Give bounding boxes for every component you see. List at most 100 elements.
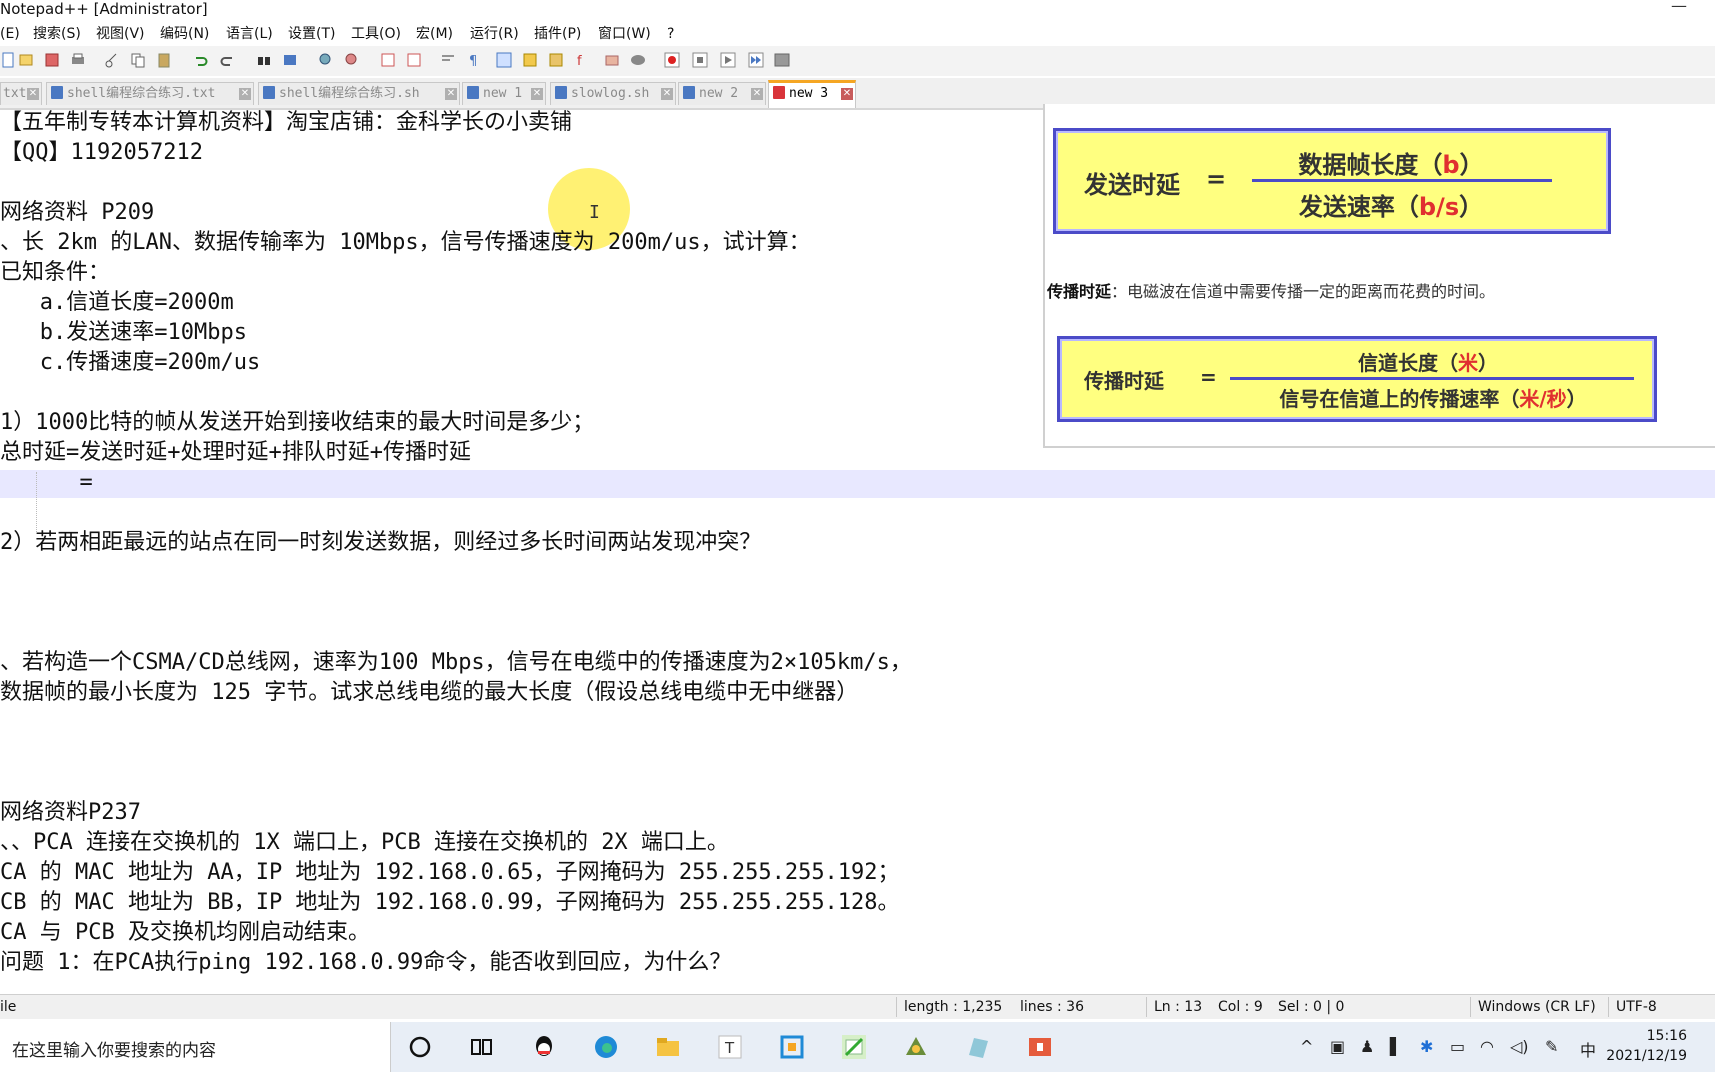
editor-line[interactable]: CB 的 MAC 地址为 BB，IP 地址为 192.168.0.99，子网掩码… (0, 890, 900, 918)
menu-window[interactable]: 窗口(W) (598, 25, 651, 43)
editor-line[interactable]: CA 与 PCB 及交换机均刚启动结束。 (0, 920, 370, 948)
qq-icon[interactable] (530, 1033, 558, 1061)
tab-slowlog[interactable]: slowlog.sh ✕ (550, 82, 676, 105)
minimize-button[interactable]: — (1671, 0, 1687, 15)
new-file-icon[interactable] (0, 52, 16, 68)
editor-line[interactable]: b.发送速率=10Mbps (0, 320, 247, 348)
menu-macro[interactable]: 宏(M) (416, 25, 453, 43)
task-view-icon[interactable] (468, 1033, 496, 1061)
editor-line[interactable]: 、若构造一个CSMA/CD总线网，速率为100 Mbps，信号在电缆中的传播速度… (0, 650, 912, 678)
tab-new-3[interactable]: new 3 ✕ (768, 80, 856, 108)
word-wrap-icon[interactable] (440, 52, 456, 68)
sync-vertical-icon[interactable] (380, 52, 396, 68)
indent-guide-icon[interactable] (496, 52, 512, 68)
editor-line[interactable]: a.信道长度=2000m (0, 290, 234, 318)
editor-line[interactable]: 【五年制专转本计算机资料】淘宝店铺：金科学长の小卖铺 (0, 110, 572, 138)
find-icon[interactable] (256, 52, 272, 68)
zoom-in-icon[interactable] (318, 52, 334, 68)
editor-line[interactable]: 2）若两相距最远的站点在同一时刻发送数据，则经过多长时间两站发现冲突？ (0, 530, 761, 558)
edge-icon[interactable] (592, 1033, 620, 1061)
status-encoding[interactable]: UTF-8 (1616, 999, 1657, 1015)
close-icon[interactable]: ✕ (531, 88, 543, 100)
notes-icon[interactable] (964, 1033, 992, 1061)
editor-line[interactable]: 、长 2km 的LAN、数据传输率为 10Mbps，信号传播速度为 200m/u… (0, 230, 811, 258)
cut-icon[interactable] (104, 52, 120, 68)
taskbar-clock[interactable]: 15:16 2021/12/19 (1606, 1026, 1687, 1066)
monitoring-icon[interactable] (630, 52, 646, 68)
record-macro-icon[interactable] (664, 52, 680, 68)
replace-icon[interactable] (282, 52, 298, 68)
paste-icon[interactable] (156, 52, 172, 68)
tab-shell-sh[interactable]: shell编程综合练习.sh ✕ (258, 82, 460, 105)
menu-encoding[interactable]: 编码(N) (160, 25, 209, 43)
close-icon[interactable]: ✕ (751, 88, 763, 100)
tab-shell-txt[interactable]: shell编程综合练习.txt ✕ (46, 82, 254, 105)
tab-new-1[interactable]: new 1 ✕ (462, 82, 546, 105)
editor-line[interactable]: 【QQ】1192057212 (0, 140, 203, 168)
show-all-chars-icon[interactable]: ¶ (466, 52, 482, 68)
copy-icon[interactable] (130, 52, 146, 68)
close-icon[interactable]: ✕ (27, 88, 39, 100)
undo-icon[interactable] (192, 52, 208, 68)
tray-security-icon[interactable]: ▣ (1330, 1037, 1345, 1056)
editor-line[interactable]: 网络资料P237 (0, 800, 141, 828)
editor-line[interactable]: 网络资料 P209 (0, 200, 154, 228)
tray-bookmark-icon[interactable]: ▌ (1390, 1037, 1402, 1056)
close-icon[interactable]: ✕ (239, 88, 251, 100)
print-icon[interactable] (70, 52, 86, 68)
editor-line[interactable]: c.传播速度=200m/us (0, 350, 260, 378)
tray-chevron-up-icon[interactable]: ^ (1300, 1037, 1313, 1056)
typora-icon[interactable]: T (716, 1033, 744, 1061)
taskbar-search-box[interactable]: 在这里输入你要搜索的内容 (0, 1022, 391, 1072)
bluetooth-icon[interactable]: ✱ (1420, 1037, 1433, 1056)
menu-language[interactable]: 语言(L) (226, 25, 273, 43)
menu-run[interactable]: 运行(R) (470, 25, 519, 43)
file-explorer-icon[interactable] (654, 1033, 682, 1061)
open-file-icon[interactable] (18, 52, 34, 68)
editor-line[interactable]: 数据帧的最小长度为 125 字节。试求总线电缆的最大长度（假设总线电缆中无中继器… (0, 680, 858, 708)
pen-icon[interactable]: ✎ (1545, 1037, 1558, 1056)
editor-line[interactable]: 、、PCA 连接在交换机的 1X 端口上，PCB 连接在交换机的 2X 端口上。 (0, 830, 729, 858)
editor-line[interactable]: 总时延=发送时延+处理时延+排队时延+传播时延 (0, 440, 471, 468)
volume-icon[interactable]: ◁) (1510, 1037, 1529, 1056)
editor-line[interactable]: 已知条件： (0, 260, 110, 288)
battery-icon[interactable]: ▭ (1450, 1037, 1465, 1056)
menu-search[interactable]: 搜索(S) (33, 25, 81, 43)
stop-macro-icon[interactable] (692, 52, 708, 68)
function-list-icon[interactable]: f (574, 52, 590, 68)
wifi-icon[interactable]: ◠ (1480, 1037, 1494, 1056)
sync-horizontal-icon[interactable] (406, 52, 422, 68)
menu-view[interactable]: 视图(V) (96, 25, 145, 43)
menu-plugins[interactable]: 插件(P) (534, 25, 581, 43)
tray-qq-icon[interactable]: ♟ (1360, 1037, 1374, 1056)
editor-line[interactable]: CA 的 MAC 地址为 AA，IP 地址为 192.168.0.65，子网掩码… (0, 860, 900, 888)
play-macro-icon[interactable] (720, 52, 736, 68)
paint-icon[interactable] (902, 1033, 930, 1061)
menu-settings[interactable]: 设置(T) (288, 25, 335, 43)
close-icon[interactable]: ✕ (841, 88, 853, 100)
notepadpp-icon[interactable] (840, 1033, 868, 1061)
powerpoint-icon[interactable] (1026, 1033, 1054, 1061)
tab-new-2[interactable]: new 2 ✕ (678, 82, 766, 105)
zoom-out-icon[interactable] (344, 52, 360, 68)
run-macro-multiple-icon[interactable] (748, 52, 764, 68)
close-icon[interactable]: ✕ (661, 88, 673, 100)
redo-icon[interactable] (220, 52, 236, 68)
tab-txt[interactable]: txt ✕ (0, 82, 42, 105)
ime-indicator[interactable]: 中 (1580, 1037, 1596, 1061)
remote-desktop-icon[interactable] (778, 1033, 806, 1061)
close-icon[interactable]: ✕ (445, 88, 457, 100)
cortana-icon[interactable] (406, 1033, 434, 1061)
doc-map-icon[interactable] (548, 52, 564, 68)
language-icon[interactable] (522, 52, 538, 68)
status-eol[interactable]: Windows (CR LF) (1478, 999, 1596, 1015)
save-icon[interactable] (44, 52, 60, 68)
menu-tools[interactable]: 工具(O) (351, 25, 401, 43)
save-macro-icon[interactable] (774, 52, 790, 68)
editor-line[interactable]: = (0, 470, 92, 498)
editor-line[interactable]: 问题 1：在PCA执行ping 192.168.0.99命令，能否收到回应，为什… (0, 950, 731, 978)
menu-help[interactable]: ? (667, 25, 674, 43)
folder-workspace-icon[interactable] (604, 52, 620, 68)
editor-line[interactable]: 1）1000比特的帧从发送开始到接收结束的最大时间是多少； (0, 410, 594, 438)
menu-edit[interactable]: (E) (0, 25, 20, 43)
